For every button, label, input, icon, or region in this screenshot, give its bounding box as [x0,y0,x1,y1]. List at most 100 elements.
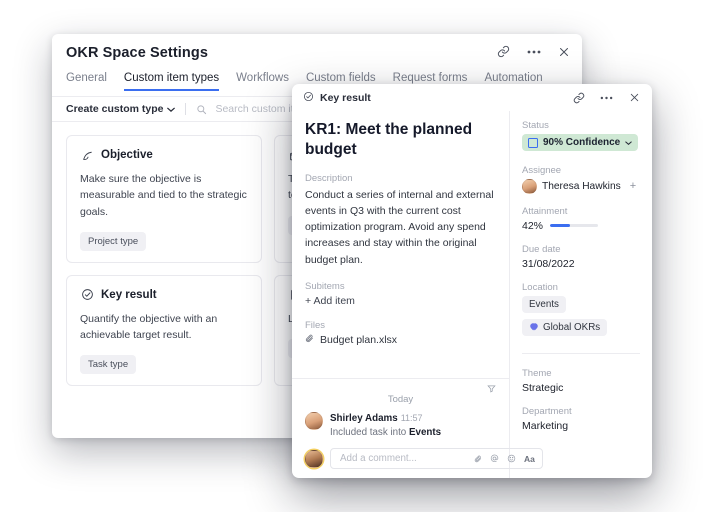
location-chips: Events Global OKRs [522,295,640,336]
due-date-field: Due date 31/08/2022 [522,244,640,270]
card-title: Objective [101,149,153,161]
file-item[interactable]: Budget plan.xlsx [305,334,496,346]
close-icon[interactable] [626,89,643,106]
check-circle-icon [80,288,94,302]
location-label: Location [522,281,558,293]
card-type-chip: Project type [80,231,147,251]
properties-divider [522,352,640,354]
checkbox-icon [528,137,538,148]
card-type-chip: Task type [80,355,137,375]
key-result-detail-modal: Key result KR1: Meet the planned budget [292,84,652,478]
tab-general[interactable]: General [66,72,107,89]
add-assignee-button[interactable]: + [630,180,636,192]
activity-author[interactable]: Shirley Adams [330,413,398,424]
attachment-icon [305,334,314,346]
item-type-label: Key result [320,91,371,104]
activity-message-target[interactable]: Events [409,427,441,438]
create-custom-type-button[interactable]: Create custom type [66,103,176,115]
department-field: Department Marketing [522,406,640,432]
theme-field: Theme Strategic [522,368,640,394]
create-custom-type-label: Create custom type [66,103,164,115]
item-type-indicator: Key result [303,91,371,105]
card-description: Make sure the objective is measurable an… [80,173,247,218]
rocket-icon [529,322,539,332]
close-icon[interactable] [555,43,572,60]
attainment-value: 42% [522,219,544,232]
tab-workflows[interactable]: Workflows [236,72,289,89]
settings-titlebar: OKR Space Settings [52,34,582,72]
location-chip-global-okrs[interactable]: Global OKRs [522,318,608,336]
attainment-progress-bar [550,224,599,227]
assignee-value-row[interactable]: Theresa Hawkins + [522,178,640,194]
subitems-label: Subitems [305,280,345,292]
search-icon [197,104,207,114]
department-label: Department [522,405,572,417]
detail-modal-header: Key result [292,84,652,111]
attachment-icon[interactable] [474,450,482,468]
files-section: Files Budget plan.xlsx [305,320,496,346]
more-icon[interactable] [598,89,615,106]
status-label: Status [522,120,549,131]
toolbar-divider [185,103,187,115]
location-chip-label: Global OKRs [543,321,601,333]
activity-feed: Today Shirley Adams 11:57 Included task i… [292,377,509,440]
location-chip-label: Events [529,298,559,310]
link-icon[interactable] [495,43,512,60]
theme-value[interactable]: Strategic [522,382,640,394]
current-user-avatar [305,449,323,468]
theme-label: Theme [522,367,552,379]
item-title: KR1: Meet the planned budget [305,121,473,158]
due-date-label: Due date [522,243,561,255]
subitems-section: Subitems + Add item [305,281,496,307]
detail-modal-actions [570,89,643,106]
description-section: Description Conduct a series of internal… [305,173,496,268]
assignee-label: Assignee [522,164,562,176]
card-description: Quantify the objective with an achievabl… [80,312,218,342]
check-circle-icon [303,91,314,105]
activity-time: 11:57 [400,412,423,423]
card-header: Objective [80,148,248,162]
card-title: Key result [101,288,157,301]
detail-main-scroll[interactable]: KR1: Meet the planned budget Description… [292,111,509,378]
files-label: Files [305,319,326,331]
chevron-down-icon [625,140,632,145]
tab-custom-item-types[interactable]: Custom item types [123,72,220,91]
attainment-label: Attainment [522,205,568,217]
activity-entry-text: Shirley Adams 11:57 Included task into Ev… [330,412,441,440]
chevron-down-icon [167,107,176,112]
attainment-value-row: 42% [522,220,640,232]
avatar [522,178,537,194]
detail-main-column: KR1: Meet the planned budget Description… [292,111,543,478]
comment-composer: Aa [292,440,543,478]
activity-entry: Shirley Adams 11:57 Included task into Ev… [305,411,496,440]
detail-modal-columns: KR1: Meet the planned budget Description… [292,111,652,478]
link-icon[interactable] [570,89,587,106]
comment-input[interactable] [338,452,474,465]
filter-icon [487,385,496,393]
custom-type-card-key-result[interactable]: Key result Quantify the objective with a… [66,274,262,387]
assignee-name: Theresa Hawkins [542,180,621,192]
activity-message-prefix: Included task into [330,426,409,438]
activity-day-divider: Today [387,393,414,405]
due-date-value[interactable]: 31/08/2022 [522,258,640,270]
status-field: Status 90% Confidence [522,120,640,153]
location-chip-events[interactable]: Events [522,295,566,313]
status-badge[interactable]: 90% Confidence [522,134,639,151]
page-title: OKR Space Settings [66,45,208,61]
settings-window-actions [495,43,572,60]
location-field: Location Events Global OKRs [522,282,640,336]
description-text[interactable]: Conduct a series of internal and externa… [305,187,496,268]
add-item-button[interactable]: + Add item [305,295,496,307]
activity-message: Included task into Events [330,426,441,440]
description-label: Description [305,172,353,184]
activity-filter-button[interactable] [305,384,496,393]
more-icon[interactable] [525,43,542,60]
mention-icon[interactable] [490,450,499,468]
status-value: 90% Confidence [543,137,621,148]
screen: OKR Space Settings General Custom item t… [0,0,704,512]
assignee-field: Assignee Theresa Hawkins + [522,165,640,194]
custom-type-card-objective[interactable]: Objective Make sure the objective is mea… [66,135,262,263]
department-value[interactable]: Marketing [522,420,640,432]
file-name: Budget plan.xlsx [320,333,398,346]
avatar [305,411,323,430]
